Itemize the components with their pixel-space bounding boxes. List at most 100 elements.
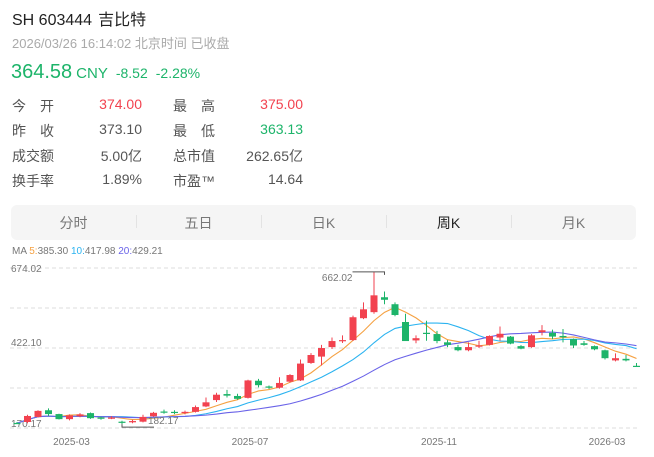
stat-value: 5.00亿 bbox=[100, 148, 142, 164]
y-axis-label: 422.10 bbox=[11, 338, 42, 349]
candle-up bbox=[486, 335, 493, 345]
price-change: -8.52 bbox=[115, 65, 148, 81]
ma5-label: 5: bbox=[29, 246, 38, 257]
stat-label: 最 低 bbox=[173, 123, 215, 139]
candle-down bbox=[381, 297, 388, 300]
candle-up bbox=[496, 333, 504, 338]
candle-up bbox=[328, 341, 336, 348]
min-price-label: 182.17 bbox=[148, 416, 179, 427]
ma20-line bbox=[16, 331, 637, 424]
stat-label: 总市值 bbox=[173, 148, 215, 164]
candle-up bbox=[538, 330, 546, 333]
candle-up bbox=[297, 363, 304, 381]
candle-down bbox=[265, 386, 273, 388]
candle-down bbox=[622, 358, 630, 361]
stat-value: 363.13 bbox=[260, 121, 303, 137]
candle-up bbox=[286, 375, 294, 382]
ma5-line bbox=[16, 306, 637, 424]
ma-prefix: MA bbox=[12, 246, 27, 257]
candle-down bbox=[423, 332, 430, 334]
stat-value: 374.00 bbox=[99, 96, 142, 112]
candle-up bbox=[66, 415, 73, 420]
candle-up bbox=[76, 414, 84, 417]
ma20-label: 20: bbox=[118, 246, 133, 257]
stock-symbol: SH 603444 bbox=[12, 12, 93, 29]
stat-label: 最 高 bbox=[173, 98, 215, 114]
candle-up bbox=[349, 317, 357, 341]
candle-up bbox=[528, 335, 535, 348]
ma10-label: 10: bbox=[70, 246, 85, 257]
ma-legend: MA 5:385.30 10:417.98 20:429.21 bbox=[12, 246, 163, 257]
stat-label: 昨 收 bbox=[12, 123, 54, 139]
tab-monthly-k[interactable]: 月K bbox=[511, 213, 636, 233]
candle-up bbox=[24, 415, 31, 422]
candle-down bbox=[454, 347, 462, 351]
currency: CNY bbox=[76, 65, 108, 82]
candle-down bbox=[160, 411, 168, 413]
stat-label: 成交额 bbox=[12, 148, 54, 164]
candle-down bbox=[591, 346, 598, 350]
stat-value: 1.89% bbox=[102, 171, 142, 187]
candle-down bbox=[45, 410, 52, 415]
candle-up bbox=[307, 355, 315, 363]
candle-down bbox=[559, 335, 567, 338]
candle-down bbox=[549, 332, 556, 337]
tab-intraday[interactable]: 分时 bbox=[11, 213, 136, 233]
candle-down bbox=[234, 395, 241, 399]
candle-down bbox=[13, 422, 21, 425]
candle-down bbox=[55, 414, 63, 420]
candle-down bbox=[391, 304, 399, 316]
period-tabs: 分时 五日 日K 周K 月K bbox=[11, 205, 636, 240]
tab-five-day[interactable]: 五日 bbox=[136, 213, 261, 233]
stat-label: 今 开 bbox=[12, 98, 54, 114]
candle-up bbox=[412, 338, 420, 341]
candle-down bbox=[97, 417, 105, 419]
stat-value: 262.65亿 bbox=[246, 148, 303, 164]
candle-down bbox=[255, 380, 262, 386]
price-line: 364.58 CNY -8.52 -2.28% bbox=[11, 61, 200, 84]
candle-down bbox=[633, 365, 640, 368]
max-marker-line bbox=[352, 271, 385, 275]
tab-daily-k[interactable]: 日K bbox=[261, 213, 386, 233]
candle-down bbox=[444, 342, 451, 345]
x-axis-label: 2025-11 bbox=[421, 437, 457, 448]
candle-up bbox=[139, 416, 147, 422]
stock-name: 吉比特 bbox=[98, 12, 147, 29]
candle-up bbox=[202, 402, 210, 407]
x-axis-label: 2025-07 bbox=[232, 437, 269, 448]
candle-down bbox=[601, 350, 609, 359]
candle-down bbox=[570, 339, 577, 346]
candle-down bbox=[433, 334, 441, 342]
candle-down bbox=[507, 336, 514, 344]
ma20-value: 429.21 bbox=[132, 246, 163, 257]
stat-label: 市盈™ bbox=[173, 173, 215, 189]
candle-down bbox=[580, 343, 588, 345]
candle-up bbox=[370, 295, 378, 313]
candle-down bbox=[118, 421, 126, 423]
candle-up bbox=[244, 380, 252, 398]
max-price-label: 662.02 bbox=[322, 273, 353, 284]
candle-up bbox=[192, 407, 199, 412]
candle-down bbox=[87, 413, 94, 419]
kline-chart[interactable]: 674.02422.10170.17662.02182.172025-03 202… bbox=[0, 258, 654, 457]
candle-up bbox=[181, 411, 189, 414]
current-price: 364.58 bbox=[11, 61, 73, 83]
stat-value: 14.64 bbox=[267, 171, 303, 187]
price-change-percent: -2.28% bbox=[155, 65, 201, 81]
candle-up bbox=[129, 421, 136, 423]
candle-down bbox=[517, 346, 525, 349]
candle-down bbox=[171, 411, 178, 414]
candle-up bbox=[108, 417, 115, 419]
candle-up bbox=[465, 347, 472, 351]
stat-value: 375.00 bbox=[260, 96, 303, 112]
candle-down bbox=[223, 394, 231, 396]
candle-up bbox=[475, 345, 483, 347]
candle-up bbox=[360, 309, 367, 319]
x-axis-label: 2025-03 bbox=[53, 437, 90, 448]
candle-up bbox=[213, 394, 220, 401]
quote-timestamp: 2026/03/26 16:14:02 北京时间 已收盘 bbox=[12, 36, 230, 51]
candle-up bbox=[276, 382, 283, 388]
stat-value: 373.10 bbox=[99, 121, 142, 137]
tab-weekly-k[interactable]: 周K bbox=[386, 213, 511, 233]
candle-up bbox=[318, 348, 325, 357]
